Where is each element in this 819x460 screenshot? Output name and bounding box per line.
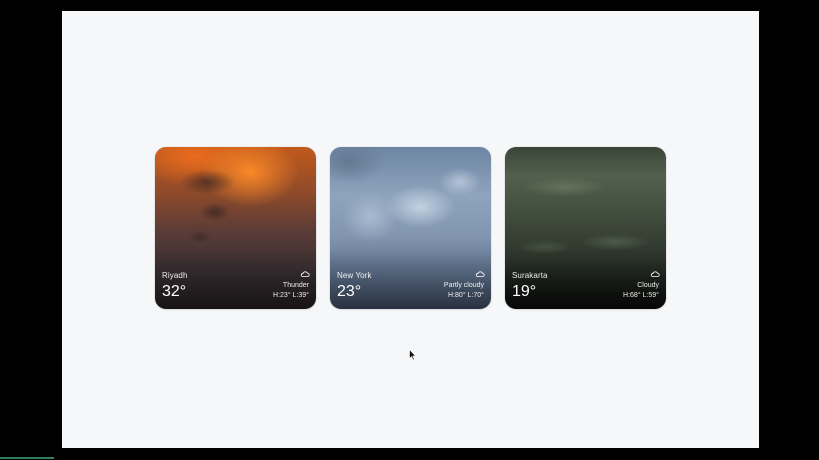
weather-condition: Thunder: [282, 282, 309, 289]
cloud-icon: [650, 271, 660, 277]
high-low-temperature: H:80° L:70°: [448, 292, 484, 299]
cloud-icon: [475, 271, 485, 277]
cloud-icon: [300, 271, 310, 277]
taskbar-accent: [0, 457, 54, 459]
temperature: 19°: [512, 283, 537, 300]
high-low-temperature: H:23° L:39°: [273, 292, 309, 299]
temperature: 32°: [162, 283, 187, 300]
weather-card-list: Riyadh 32° Thunder H:23° L:39° New York …: [155, 147, 667, 310]
weather-card-riyadh[interactable]: Riyadh 32° Thunder H:23° L:39°: [155, 147, 316, 309]
city-name: New York: [337, 271, 372, 280]
city-name: Riyadh: [162, 271, 188, 280]
high-low-temperature: H:68° L:59°: [623, 292, 659, 299]
mouse-cursor-icon: [409, 349, 417, 361]
weather-card-new-york[interactable]: New York 23° Partly cloudy H:80° L:70°: [330, 147, 491, 309]
screen-frame: Riyadh 32° Thunder H:23° L:39° New York …: [0, 0, 819, 460]
weather-card-surakarta[interactable]: Surakarta 19° Cloudy H:68° L:59°: [505, 147, 666, 309]
temperature: 23°: [337, 283, 362, 300]
weather-condition: Cloudy: [637, 282, 659, 289]
weather-condition: Partly cloudy: [443, 282, 484, 289]
city-name: Surakarta: [512, 271, 548, 280]
